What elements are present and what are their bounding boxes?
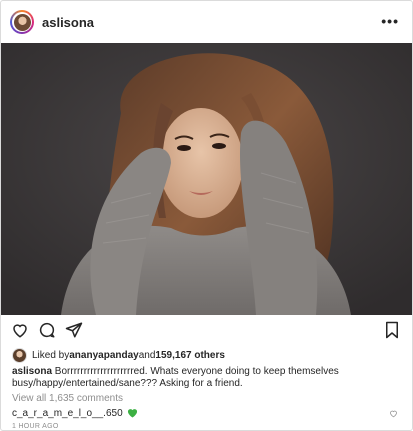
post-timestamp[interactable]: 1 HOUR AGO <box>12 423 59 430</box>
likes-middle: and <box>138 349 156 361</box>
likes-summary: Liked by ananyapanday and 159,167 others <box>12 347 225 363</box>
liker-avatar[interactable] <box>12 347 27 363</box>
action-bar <box>1 317 412 347</box>
likes-count[interactable]: 159,167 others <box>155 350 225 361</box>
comment-item: c_a_r_a_m_e_l_o__.650 <box>12 408 404 420</box>
avatar[interactable] <box>10 10 34 34</box>
post-username[interactable]: aslisona <box>42 15 94 30</box>
liker-username[interactable]: ananyapanday <box>69 350 138 361</box>
likes-prefix: Liked by <box>32 349 70 361</box>
heart-outline-icon[interactable] <box>11 321 29 344</box>
caption-username[interactable]: aslisona <box>12 366 52 377</box>
caption-text: Borrrrrrrrrrrrrrrrrrrred. Whats everyone… <box>12 366 339 389</box>
comment-username[interactable]: c_a_r_a_m_e_l_o__.650 <box>12 408 123 419</box>
more-options-icon[interactable]: ••• <box>381 13 399 29</box>
post-header: aslisona ••• <box>1 1 412 43</box>
post-photo[interactable] <box>1 43 412 315</box>
paper-plane-icon[interactable] <box>65 321 83 344</box>
comment-like-icon[interactable] <box>389 409 398 421</box>
bookmark-icon[interactable] <box>383 321 401 344</box>
post-card: aslisona ••• Liked by ananyapanday and 1… <box>0 0 413 431</box>
post-caption: aslisona Borrrrrrrrrrrrrrrrrrrred. Whats… <box>12 366 392 390</box>
comment-bubble-icon[interactable] <box>38 321 56 344</box>
green-heart-icon <box>127 408 138 421</box>
view-all-comments-link[interactable]: View all 1,635 comments <box>12 393 123 404</box>
